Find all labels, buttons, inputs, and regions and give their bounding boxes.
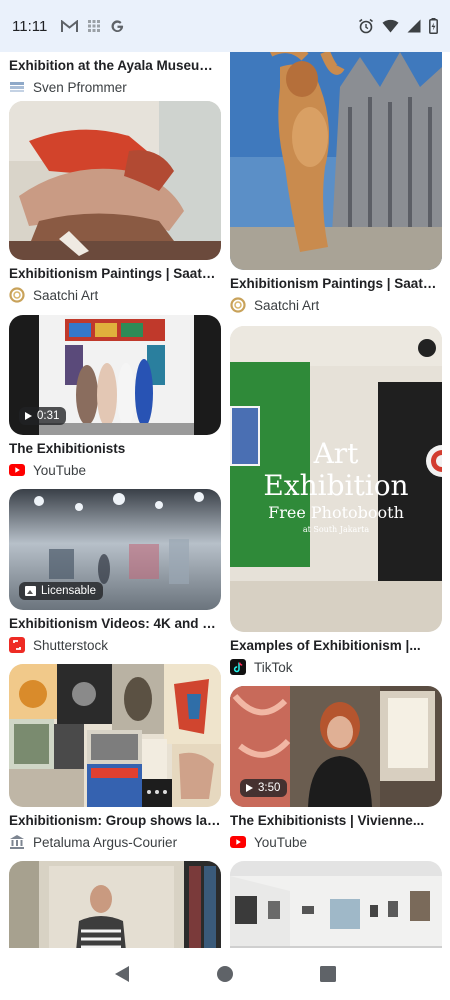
back-button[interactable] [102, 954, 142, 994]
result-source-name: Saatchi Art [33, 287, 99, 303]
recents-button[interactable] [308, 954, 348, 994]
video-duration-badge: 0:31 [19, 407, 67, 425]
museum-icon [9, 834, 25, 850]
play-icon [246, 784, 253, 792]
video-duration: 3:50 [258, 782, 281, 794]
result-card[interactable] [9, 861, 221, 948]
result-thumbnail[interactable]: 3:50 [230, 686, 442, 807]
wifi-icon [382, 19, 399, 33]
result-thumbnail[interactable] [9, 101, 221, 260]
system-nav-bar [0, 948, 450, 1000]
google-g-icon [110, 19, 125, 34]
gallery-room-image [230, 861, 442, 948]
result-thumbnail[interactable]: Art Exhibition Free Photobooth at South … [230, 326, 442, 632]
home-icon [216, 966, 233, 982]
result-thumbnail[interactable] [9, 861, 221, 948]
result-source[interactable]: YouTube [9, 461, 221, 479]
result-source[interactable]: Saatchi Art [9, 286, 221, 304]
home-button[interactable] [205, 954, 245, 994]
recents-icon [320, 966, 337, 982]
image-results-feed[interactable]: Exhibition at the Ayala Museum ... Sven … [0, 52, 450, 948]
result-source[interactable]: YouTube [230, 833, 442, 851]
result-card[interactable]: Art Exhibition Free Photobooth at South … [230, 326, 442, 676]
gmail-icon [61, 19, 79, 33]
result-source[interactable]: Saatchi Art [230, 296, 442, 314]
exhibition-sign-text: Art Exhibition Free Photobooth at South … [230, 438, 442, 536]
result-source-name: YouTube [254, 834, 308, 850]
person-in-room-image [9, 861, 221, 948]
result-source-name: Shutterstock [33, 637, 109, 653]
licensable-badge: Licensable [19, 582, 103, 600]
result-title[interactable]: Exhibitionism Paintings | Saatchi... [230, 275, 442, 292]
result-title[interactable]: The Exhibitionists [9, 440, 221, 457]
result-card[interactable]: Licensable Exhibitionism Videos: 4K and … [9, 489, 221, 654]
video-duration: 0:31 [37, 410, 60, 422]
result-thumbnail[interactable] [230, 52, 442, 270]
result-thumbnail[interactable] [9, 664, 221, 807]
result-card[interactable]: Exhibition at the Ayala Museum ... Sven … [9, 52, 221, 96]
result-title[interactable]: Exhibitionism: Group shows larg... [9, 812, 221, 829]
result-card[interactable]: 3:50 The Exhibitionists | Vivienne... Yo… [230, 686, 442, 851]
result-thumbnail[interactable]: Licensable [9, 489, 221, 610]
result-source-name: Sven Pfrommer [33, 79, 127, 95]
battery-icon [429, 18, 438, 34]
back-icon [114, 966, 129, 982]
alarm-icon [358, 18, 374, 34]
result-card[interactable] [230, 861, 442, 948]
shutterstock-icon [9, 637, 25, 653]
result-thumbnail[interactable] [230, 861, 442, 948]
result-source-name: Petaluma Argus-Courier [33, 834, 178, 850]
system-icons [358, 18, 438, 34]
result-title[interactable]: Examples of Exhibitionism |... [230, 637, 442, 654]
result-source-name: Saatchi Art [254, 297, 320, 313]
result-source[interactable]: Sven Pfrommer [9, 78, 221, 96]
painting-figure-cathedral-image [230, 52, 442, 270]
result-thumbnail[interactable]: 0:31 [9, 315, 221, 435]
result-card[interactable]: 0:31 The Exhibitionists YouTube [9, 315, 221, 479]
painting-reclining-figure-image [9, 101, 221, 260]
sign-line-1: Art [313, 437, 359, 470]
result-title[interactable]: Exhibitionism Paintings | Saatchi... [9, 265, 221, 282]
signal-icon [407, 19, 421, 33]
result-source[interactable]: TikTok [230, 658, 442, 676]
tiktok-icon [230, 659, 246, 675]
result-source[interactable]: Petaluma Argus-Courier [9, 833, 221, 851]
licensable-label: Licensable [41, 585, 96, 597]
result-source[interactable]: Shutterstock [9, 636, 221, 654]
sven-pfrommer-favicon [9, 79, 25, 95]
result-title[interactable]: Exhibition at the Ayala Museum ... [9, 57, 221, 74]
youtube-icon [9, 462, 25, 478]
notification-icons [61, 19, 125, 34]
sign-line-2: Exhibition [263, 469, 409, 502]
youtube-icon [230, 834, 246, 850]
result-card[interactable]: Exhibitionism Paintings | Saatchi... Saa… [230, 52, 442, 314]
result-source-name: YouTube [33, 462, 87, 478]
video-duration-badge: 3:50 [240, 779, 288, 797]
result-title[interactable]: Exhibitionism Videos: 4K and H... [9, 615, 221, 632]
sign-line-3: Free Photobooth [268, 503, 404, 522]
saatchi-art-favicon [230, 297, 246, 313]
sign-line-4: at South Jakarta [302, 525, 370, 534]
saatchi-art-favicon [9, 287, 25, 303]
result-title[interactable]: The Exhibitionists | Vivienne... [230, 812, 442, 829]
result-card[interactable]: Exhibitionism Paintings | Saatchi... Saa… [9, 101, 221, 304]
result-card[interactable]: Exhibitionism: Group shows larg... Petal… [9, 664, 221, 851]
status-bar: 11:11 [0, 0, 450, 52]
grid-app-icon [88, 20, 101, 32]
play-icon [25, 412, 32, 420]
vintage-posters-collage-image [9, 664, 221, 807]
status-time: 11:11 [12, 17, 48, 35]
result-source-name: TikTok [254, 659, 293, 675]
image-icon [25, 586, 36, 596]
